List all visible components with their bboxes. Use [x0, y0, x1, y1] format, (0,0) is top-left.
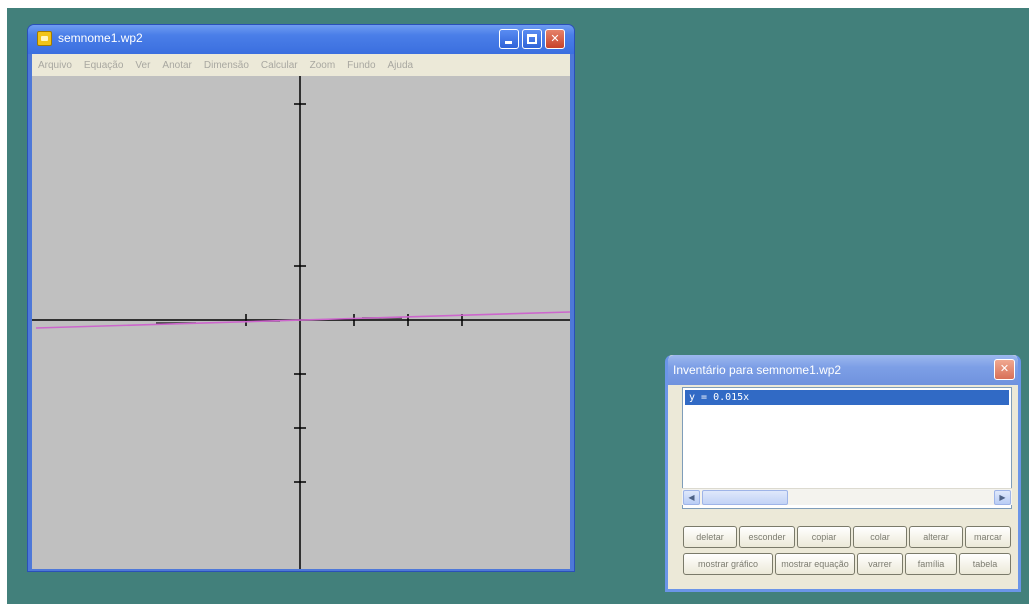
delete-button[interactable]: deletar	[683, 526, 737, 548]
inventory-title: Inventário para semnome1.wp2	[673, 363, 842, 377]
scroll-left-icon[interactable]: ◀	[683, 490, 700, 505]
inventory-titlebar[interactable]: Inventário para semnome1.wp2 ✕	[668, 355, 1018, 385]
hide-button[interactable]: esconder	[739, 526, 795, 548]
maximize-button[interactable]	[522, 29, 542, 49]
list-item[interactable]: y = 0.015x	[685, 390, 1009, 405]
show-equation-button[interactable]: mostrar equação	[775, 553, 855, 575]
menu-item-ver[interactable]: Ver	[129, 60, 156, 71]
graph-window[interactable]: semnome1.wp2 ✕ Arquivo Equação Ver Anota…	[27, 24, 575, 572]
edit-button[interactable]: alterar	[909, 526, 963, 548]
scroll-thumb[interactable]	[702, 490, 788, 505]
graph-window-titlebar[interactable]: semnome1.wp2 ✕	[28, 25, 574, 54]
menu-item-fundo[interactable]: Fundo	[341, 60, 381, 71]
inventory-window[interactable]: Inventário para semnome1.wp2 ✕ y = 0.015…	[665, 355, 1021, 592]
table-button[interactable]: tabela	[959, 553, 1011, 575]
horizontal-scrollbar[interactable]: ◀ ▶	[682, 488, 1012, 505]
graph-window-title: semnome1.wp2	[58, 31, 143, 45]
menu-item-calcular[interactable]: Calcular	[255, 60, 304, 71]
menu-bar: Arquivo Equação Ver Anotar Dimensão Calc…	[32, 54, 570, 76]
copy-button[interactable]: copiar	[797, 526, 851, 548]
menu-item-zoom[interactable]: Zoom	[304, 60, 342, 71]
minimize-button[interactable]	[499, 29, 519, 49]
winplot-app-icon[interactable]	[37, 31, 52, 46]
sweep-button[interactable]: varrer	[857, 553, 903, 575]
paste-button[interactable]: colar	[853, 526, 907, 548]
graph-canvas[interactable]	[32, 76, 570, 569]
mark-button[interactable]: marcar	[965, 526, 1011, 548]
menu-item-dimensao[interactable]: Dimensão	[198, 60, 255, 71]
menu-item-anotar[interactable]: Anotar	[156, 60, 197, 71]
close-button[interactable]: ✕	[545, 29, 565, 49]
family-button[interactable]: família	[905, 553, 957, 575]
desktop: semnome1.wp2 ✕ Arquivo Equação Ver Anota…	[7, 8, 1029, 604]
menu-item-arquivo[interactable]: Arquivo	[32, 60, 78, 71]
graph-svg	[32, 76, 570, 569]
inventory-close-button[interactable]: ✕	[994, 359, 1015, 380]
scroll-right-icon[interactable]: ▶	[994, 490, 1011, 505]
menu-item-equacao[interactable]: Equação	[78, 60, 129, 71]
show-graph-button[interactable]: mostrar gráfico	[683, 553, 773, 575]
menu-item-ajuda[interactable]: Ajuda	[382, 60, 420, 71]
